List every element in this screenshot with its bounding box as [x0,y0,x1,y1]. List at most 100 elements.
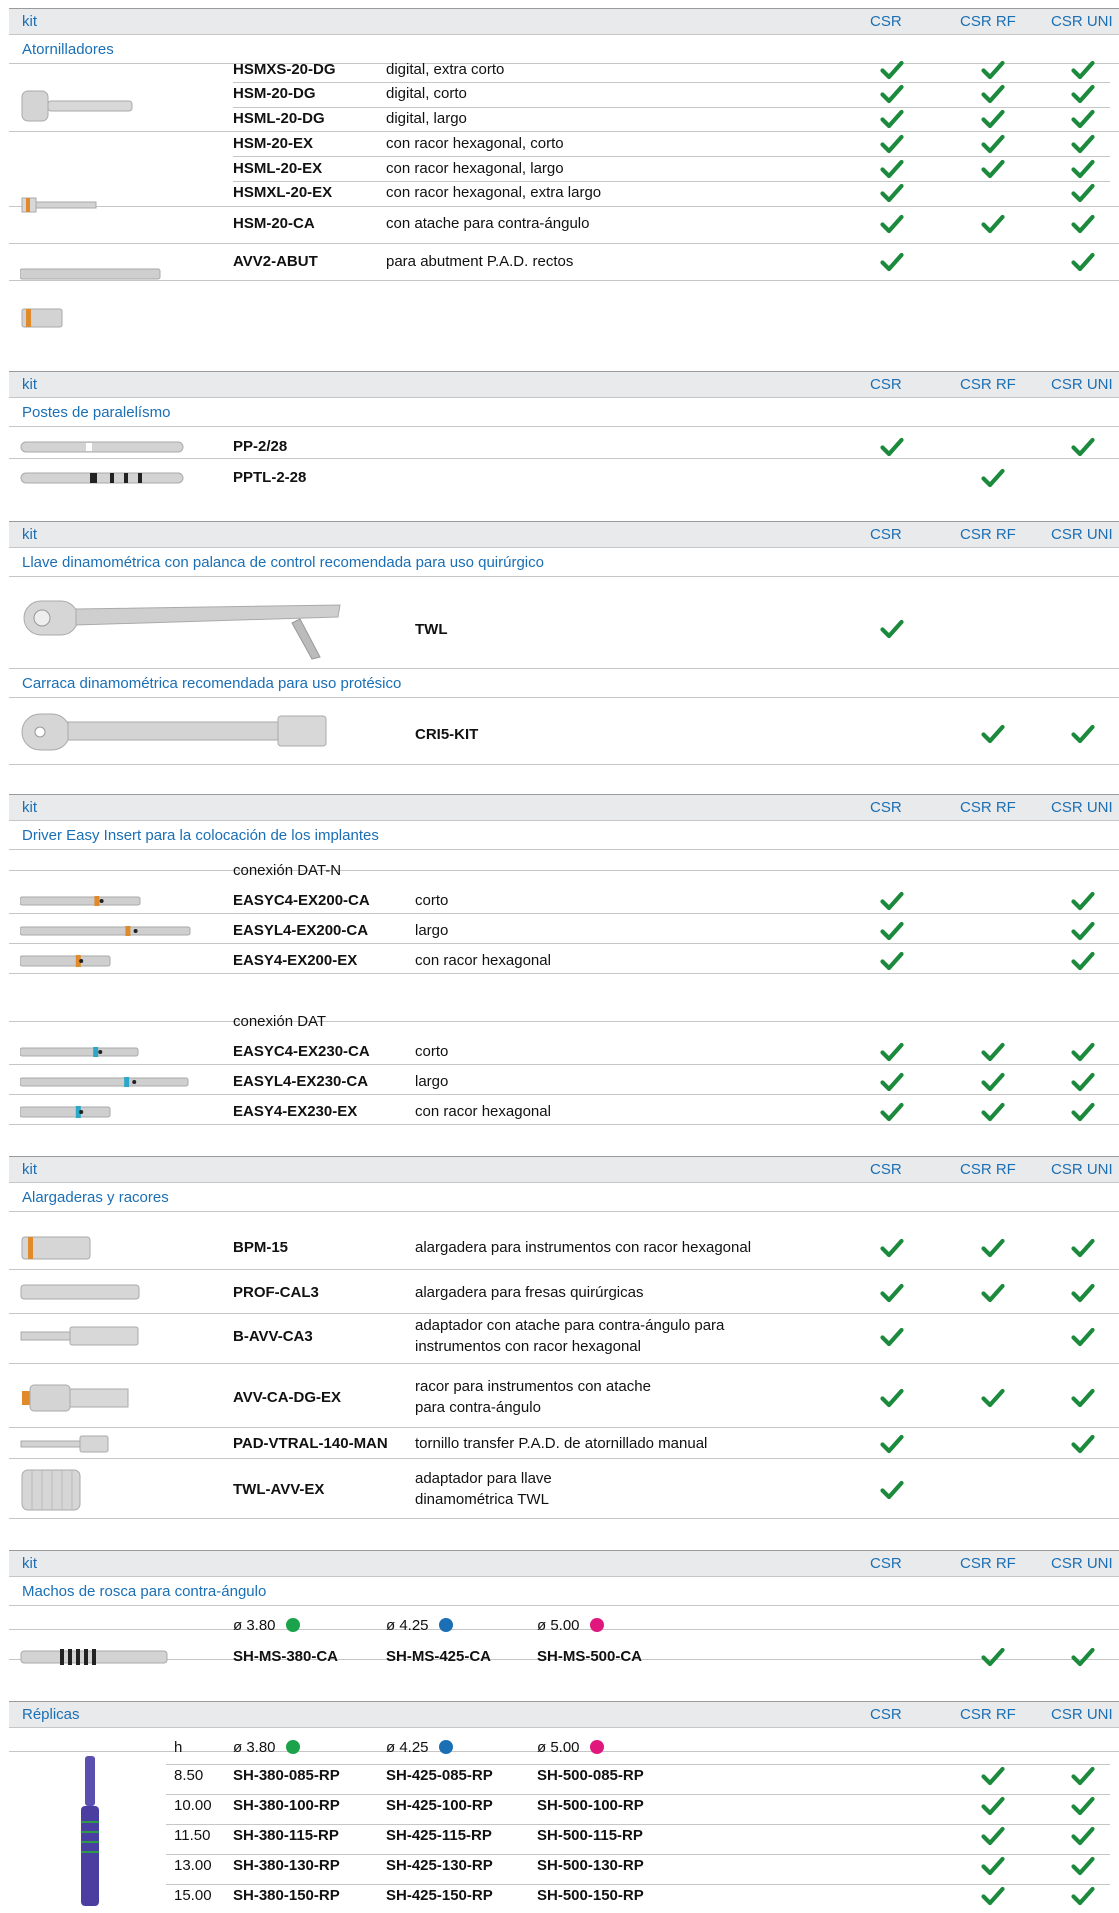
check-icon [1071,437,1095,457]
check-icon [880,1388,904,1408]
product-code: HSM-20-DG [233,85,316,102]
replica-image [72,1752,108,1908]
product-code: TWL-AVV-EX [233,1481,325,1498]
height-value: 11.50 [174,1827,211,1844]
column-csr-rf: CSR RF [960,526,1016,543]
instrument-image [19,1104,112,1120]
column-csr-uni: CSR UNI [1051,376,1113,393]
category-title: Alargaderas y racores [22,1189,169,1206]
product-code: AVV-CA-DG-EX [233,1389,342,1406]
check-icon [1071,1042,1095,1062]
kit-header-row [9,521,1119,548]
connection-group-label: conexión DAT [233,1013,327,1030]
row-divider [233,181,1110,182]
check-icon [981,1238,1005,1258]
product-description: con racor hexagonal [415,952,551,969]
table-row [9,1100,1119,1125]
product-code: SH-MS-425-CA [386,1648,492,1665]
instrument-image [20,1435,110,1453]
column-csr: CSR [870,13,902,30]
check-icon [981,1766,1005,1786]
product-description: digital, extra corto [386,61,505,78]
check-icon [1071,84,1095,104]
kit-header-row [9,794,1119,821]
diameter-color-dot [590,1740,604,1754]
instrument-image [19,1045,140,1059]
check-icon [1071,951,1095,971]
instrument-image [19,953,112,969]
check-icon [880,1283,904,1303]
column-csr-rf: CSR RF [960,1555,1016,1572]
column-csr: CSR [870,1161,902,1178]
instrument-image [20,87,135,125]
column-csr-rf: CSR RF [960,1706,1016,1723]
check-icon [981,1826,1005,1846]
table-row [9,1364,1119,1428]
column-csr-uni: CSR UNI [1051,1161,1113,1178]
check-icon [880,1238,904,1258]
check-icon [1071,1647,1095,1667]
instrument-image [19,894,145,908]
check-icon [880,252,904,272]
column-csr-uni: CSR UNI [1051,1706,1113,1723]
check-icon [880,1042,904,1062]
diameter-color-dot [439,1740,453,1754]
check-icon [1071,159,1095,179]
product-code: EASY4-EX230-EX [233,1103,358,1120]
check-icon [981,109,1005,129]
check-icon [981,1647,1005,1667]
product-description: con racor hexagonal, extra largo [386,184,602,201]
check-icon [1071,1434,1095,1454]
category-title: Llave dinamométrica con palanca de contr… [22,554,544,571]
check-icon [981,1796,1005,1816]
check-icon [880,437,904,457]
connection-group-label: conexión DAT-N [233,862,342,879]
row-divider [166,1764,1110,1765]
instrument-image [20,471,185,485]
product-code: SH-380-150-RP [233,1887,340,1904]
instrument-image [20,1283,140,1301]
row-divider [166,1854,1110,1855]
product-code: HSML-20-DG [233,110,325,127]
product-code: CRI5-KIT [415,726,479,743]
row-divider [9,206,1119,207]
instrument-image [20,1648,170,1666]
product-code: B-AVV-CA3 [233,1328,313,1345]
check-icon [880,1102,904,1122]
check-icon [1071,1283,1095,1303]
kit-header-row [9,1156,1119,1183]
check-icon [880,183,904,203]
check-icon [1071,109,1095,129]
product-description: instrumentos con racor hexagonal [415,1338,641,1355]
product-code: AVV2-ABUT [233,253,318,270]
column-csr-rf: CSR RF [960,1161,1016,1178]
table-row [9,889,1119,914]
check-icon [1071,134,1095,154]
instrument-image [20,710,330,754]
product-code: BPM-15 [233,1239,289,1256]
check-icon [1071,183,1095,203]
check-icon [1071,921,1095,941]
check-icon [880,1434,904,1454]
diameter-label: ø 4.25 [386,1739,429,1756]
check-icon [981,1283,1005,1303]
check-icon [880,619,904,639]
product-code: TWL [415,621,448,638]
product-code: EASYL4-EX200-CA [233,922,369,939]
table-row [9,1040,1119,1065]
product-code: HSML-20-EX [233,160,323,177]
kit-label: kit [22,13,37,30]
row-divider [233,156,1110,157]
check-icon [880,1327,904,1347]
product-description: adaptador con atache para contra-ángulo … [415,1317,725,1334]
category-title: Machos de rosca para contra-ángulo [22,1583,267,1600]
instrument-image [20,307,64,329]
column-csr-rf: CSR RF [960,13,1016,30]
height-value: 10.00 [174,1797,212,1814]
row-divider [233,82,1110,83]
check-icon [981,468,1005,488]
product-description: racor para instrumentos con atache [415,1378,651,1395]
check-icon [1071,1886,1095,1906]
product-code: EASYL4-EX230-CA [233,1073,369,1090]
row-divider [233,107,1110,108]
